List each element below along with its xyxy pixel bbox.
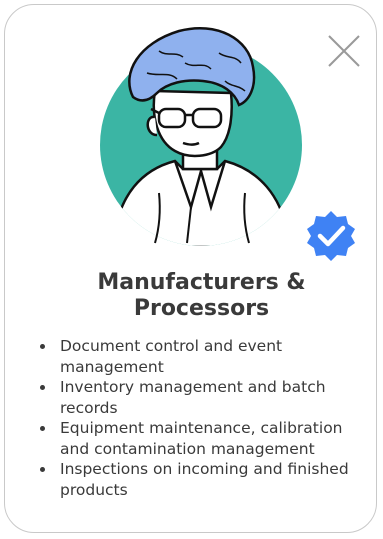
- close-icon: [328, 35, 360, 67]
- close-button[interactable]: [327, 34, 361, 68]
- worker-avatar-illustration: [100, 26, 302, 246]
- feature-list: Document control and event management In…: [36, 336, 356, 500]
- card-title: Manufacturers & Processors: [97, 270, 306, 321]
- verified-badge: [304, 209, 358, 263]
- feature-item: Document control and event management: [36, 336, 356, 377]
- feature-item: Inspections on incoming and finished pro…: [36, 459, 356, 500]
- verified-check-badge-icon: [307, 211, 355, 261]
- feature-item: Equipment maintenance, calibration and c…: [36, 418, 356, 459]
- avatar: [99, 26, 303, 247]
- feature-item: Inventory management and batch records: [36, 377, 356, 418]
- manufacturers-card: Manufacturers & Processors Document cont…: [4, 4, 377, 533]
